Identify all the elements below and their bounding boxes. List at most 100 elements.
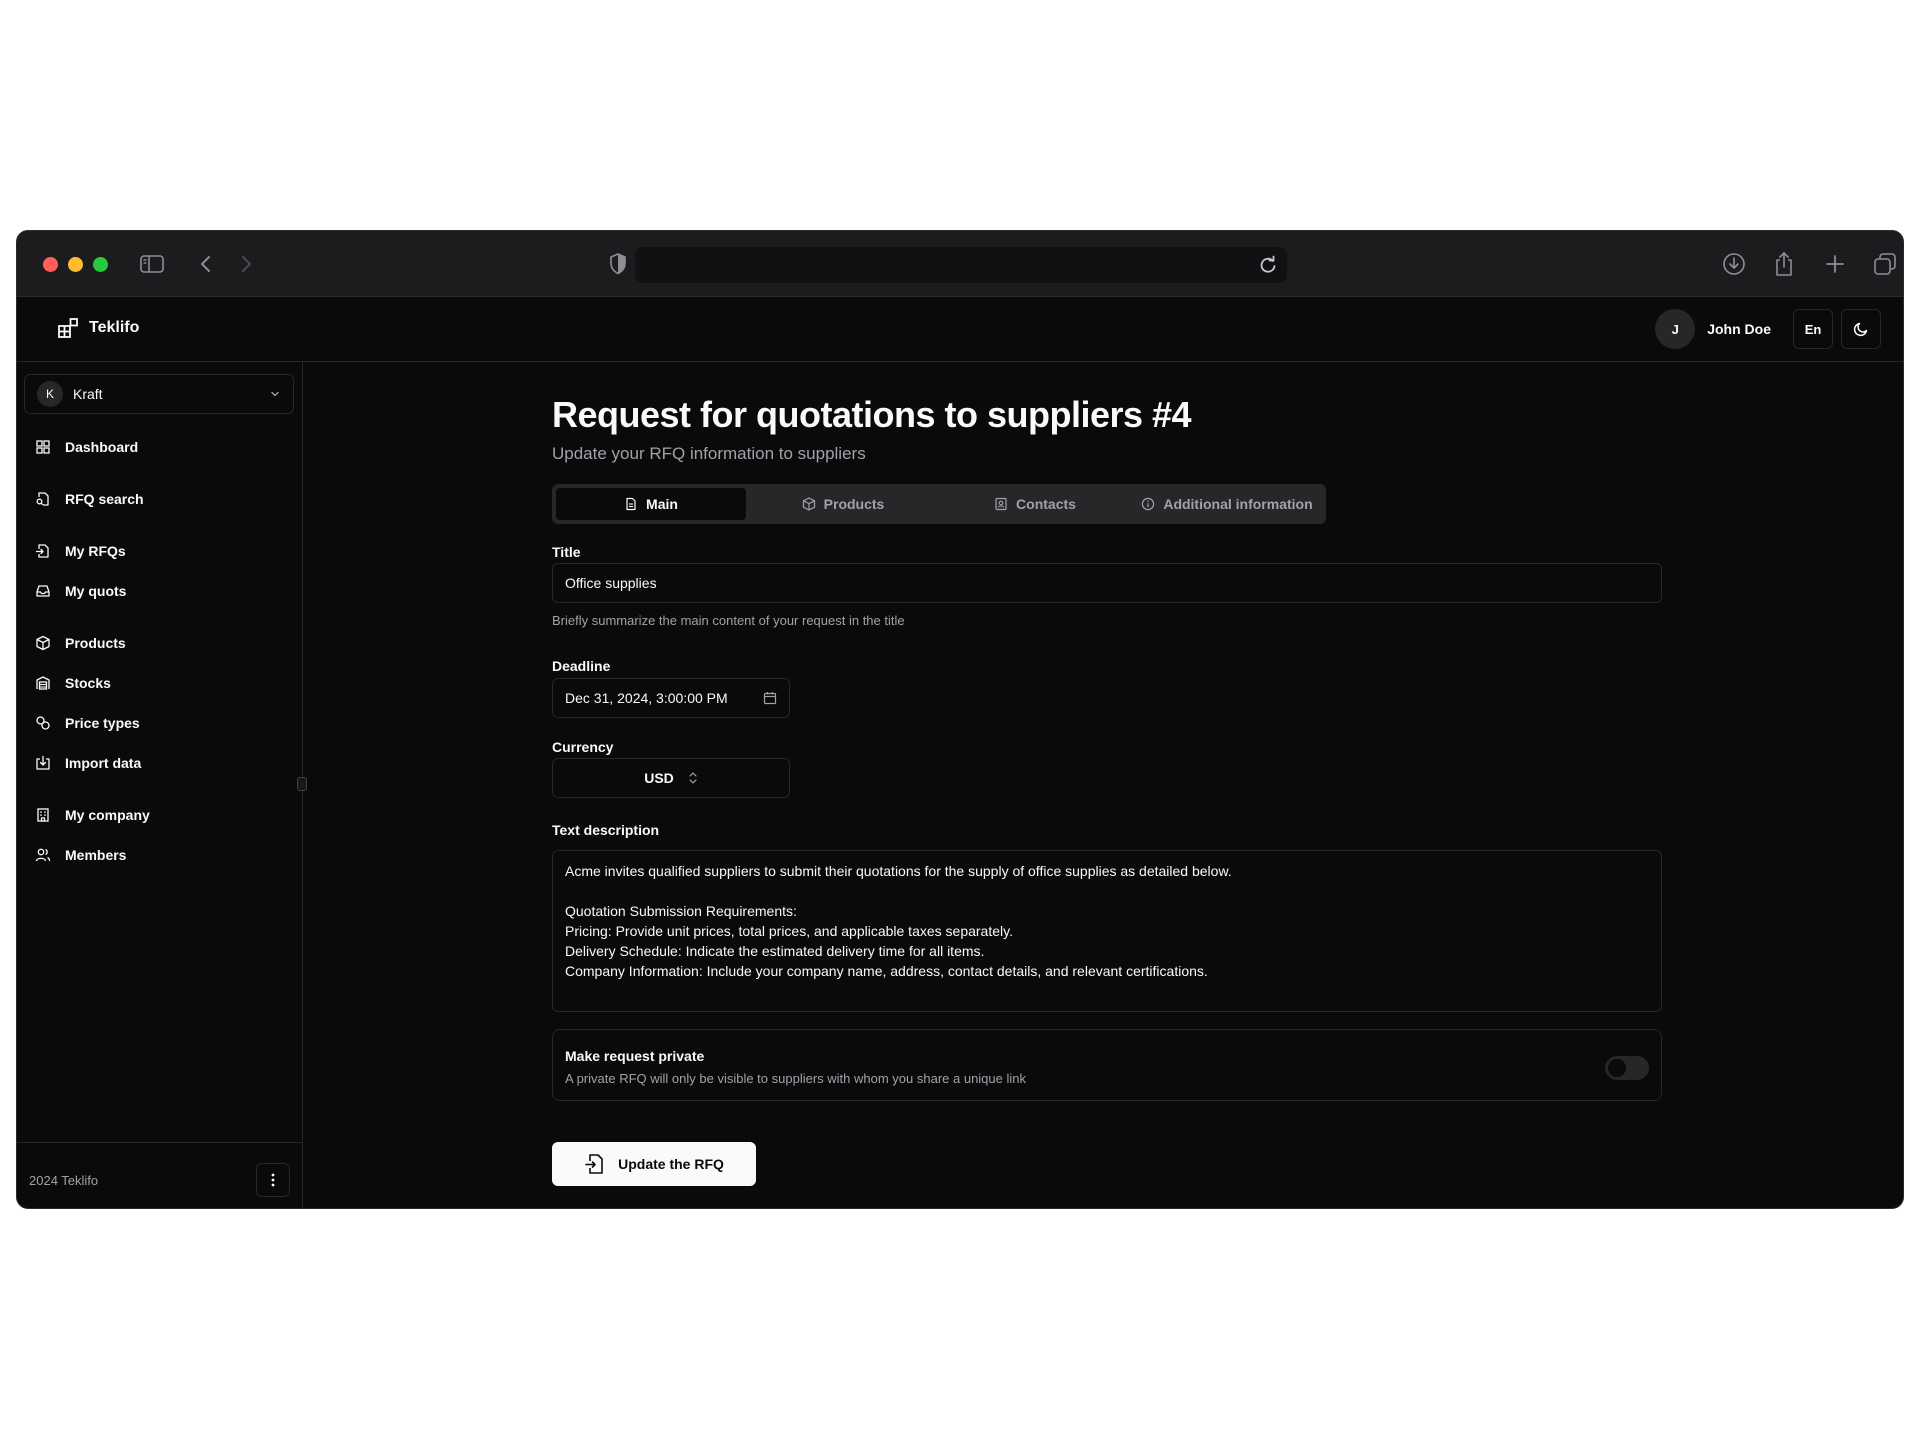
sidebar-item-label: RFQ search: [65, 491, 144, 507]
calendar-icon: [763, 692, 777, 705]
copyright-text: 2024 Teklifo: [29, 1173, 99, 1188]
price-tag-icon: [36, 716, 50, 730]
deadline-label: Deadline: [552, 658, 611, 674]
sidebar-item-dashboard[interactable]: Dashboard: [35, 433, 138, 461]
moon-icon: [1853, 322, 1868, 337]
browser-window: Teklifo J John Doe En K Kraft Dashboard …: [16, 230, 1904, 1209]
brand-logo[interactable]: Teklifo: [57, 317, 139, 339]
warehouse-icon: [36, 676, 50, 690]
deadline-value: Dec 31, 2024, 3:00:00 PM: [565, 690, 728, 706]
update-rfq-button[interactable]: Update the RFQ: [552, 1142, 756, 1186]
org-avatar: K: [37, 381, 63, 407]
maximize-window-button[interactable]: [93, 257, 108, 272]
sidebar-toggle-icon[interactable]: [139, 251, 165, 277]
chevron-down-icon: [271, 391, 279, 397]
contact-card-icon: [995, 497, 1007, 511]
private-request-card: Make request private A private RFQ will …: [552, 1029, 1662, 1101]
grid-icon: [36, 440, 50, 454]
file-search-icon: [36, 492, 49, 506]
minimize-window-button[interactable]: [68, 257, 83, 272]
avatar: J: [1655, 309, 1696, 349]
users-icon: [35, 848, 51, 862]
sidebar-item-label: My company: [65, 807, 150, 823]
toggle-knob: [1608, 1059, 1626, 1077]
inbox-icon: [36, 585, 50, 597]
sidebar-item-label: My quots: [65, 583, 127, 599]
box-icon: [36, 635, 50, 651]
tab-label: Contacts: [1016, 496, 1076, 512]
tab-label: Products: [823, 496, 885, 512]
currency-value: USD: [644, 770, 674, 786]
page-subtitle: Update your RFQ information to suppliers: [552, 444, 866, 463]
brand-name: Teklifo: [89, 319, 140, 336]
more-options-button[interactable]: [256, 1163, 290, 1197]
download-icon[interactable]: [1721, 251, 1747, 277]
tab-contacts[interactable]: Contacts: [940, 488, 1130, 520]
org-name: Kraft: [73, 386, 103, 402]
sidebar-item-my-company[interactable]: My company: [35, 801, 150, 829]
tab-additional-information[interactable]: Additional information: [1132, 488, 1322, 520]
address-bar[interactable]: [635, 247, 1287, 283]
sidebar-item-stocks[interactable]: Stocks: [35, 669, 111, 697]
private-title: Make request private: [565, 1048, 705, 1064]
button-label: Update the RFQ: [618, 1156, 724, 1172]
logo-icon: [58, 318, 78, 338]
tab-overview-icon[interactable]: [1872, 251, 1898, 277]
box-icon: [802, 497, 815, 511]
deadline-picker[interactable]: Dec 31, 2024, 3:00:00 PM: [552, 678, 790, 718]
title-hint: Briefly summarize the main content of yo…: [552, 613, 905, 628]
theme-toggle-button[interactable]: [1841, 309, 1881, 349]
main-content: Request for quotations to suppliers #4 U…: [303, 362, 1903, 1208]
browser-toolbar: [17, 231, 1903, 297]
tab-list: Main Products Contacts Additional inform…: [552, 484, 1326, 524]
sidebar-item-products[interactable]: Products: [35, 629, 126, 657]
currency-label: Currency: [552, 739, 614, 755]
sidebar-item-rfq-search[interactable]: RFQ search: [35, 485, 144, 513]
sidebar-item-label: Price types: [65, 715, 140, 731]
sidebar-item-my-rfqs[interactable]: My RFQs: [35, 537, 126, 565]
description-label: Text description: [552, 822, 660, 838]
tab-label: Additional information: [1163, 496, 1313, 512]
import-icon: [36, 755, 50, 770]
page-title: Request for quotations to suppliers #4: [552, 394, 1192, 435]
sidebar-item-label: Stocks: [65, 675, 111, 691]
sidebar-item-price-types[interactable]: Price types: [35, 709, 140, 737]
tab-main[interactable]: Main: [556, 488, 746, 520]
organization-select[interactable]: K Kraft: [24, 374, 294, 414]
tab-products[interactable]: Products: [748, 488, 938, 520]
tab-label: Main: [646, 496, 678, 512]
file-out-icon: [35, 544, 49, 558]
currency-select[interactable]: USD: [552, 758, 790, 798]
info-icon: [1142, 497, 1155, 511]
sidebar-footer: 2024 Teklifo: [17, 1142, 302, 1208]
app-header: Teklifo J John Doe En: [17, 297, 1903, 362]
private-toggle[interactable]: [1605, 1056, 1649, 1080]
description-textarea[interactable]: Acme invites qualified suppliers to subm…: [552, 850, 1662, 1012]
reload-icon[interactable]: [1257, 254, 1279, 276]
sidebar-item-label: Import data: [65, 755, 142, 771]
language-button[interactable]: En: [1793, 309, 1833, 349]
sidebar-item-label: Dashboard: [65, 439, 139, 455]
more-vertical-icon: [271, 1173, 275, 1187]
sidebar-item-label: Products: [65, 635, 126, 651]
sidebar: K Kraft Dashboard RFQ search My RFQs My …: [17, 362, 303, 1208]
close-window-button[interactable]: [43, 257, 58, 272]
chevron-up-down-icon: [689, 772, 697, 784]
sidebar-item-members[interactable]: Members: [35, 841, 126, 869]
forward-arrow-icon[interactable]: [233, 251, 259, 277]
building-icon: [37, 808, 49, 822]
user-menu[interactable]: J John Doe: [1655, 309, 1771, 349]
title-input[interactable]: Office supplies: [552, 563, 1662, 603]
sidebar-item-label: Members: [65, 847, 127, 863]
share-icon[interactable]: [1771, 251, 1797, 277]
sidebar-item-import-data[interactable]: Import data: [35, 749, 141, 777]
sidebar-item-my-quots[interactable]: My quots: [35, 577, 126, 605]
file-export-icon: [585, 1154, 603, 1174]
private-description: A private RFQ will only be visible to su…: [565, 1071, 1026, 1086]
back-arrow-icon[interactable]: [193, 251, 219, 277]
user-name: John Doe: [1707, 321, 1771, 337]
shield-icon[interactable]: [605, 251, 631, 277]
file-text-icon: [626, 497, 636, 511]
title-label: Title: [552, 544, 581, 560]
new-tab-icon[interactable]: [1822, 251, 1848, 277]
